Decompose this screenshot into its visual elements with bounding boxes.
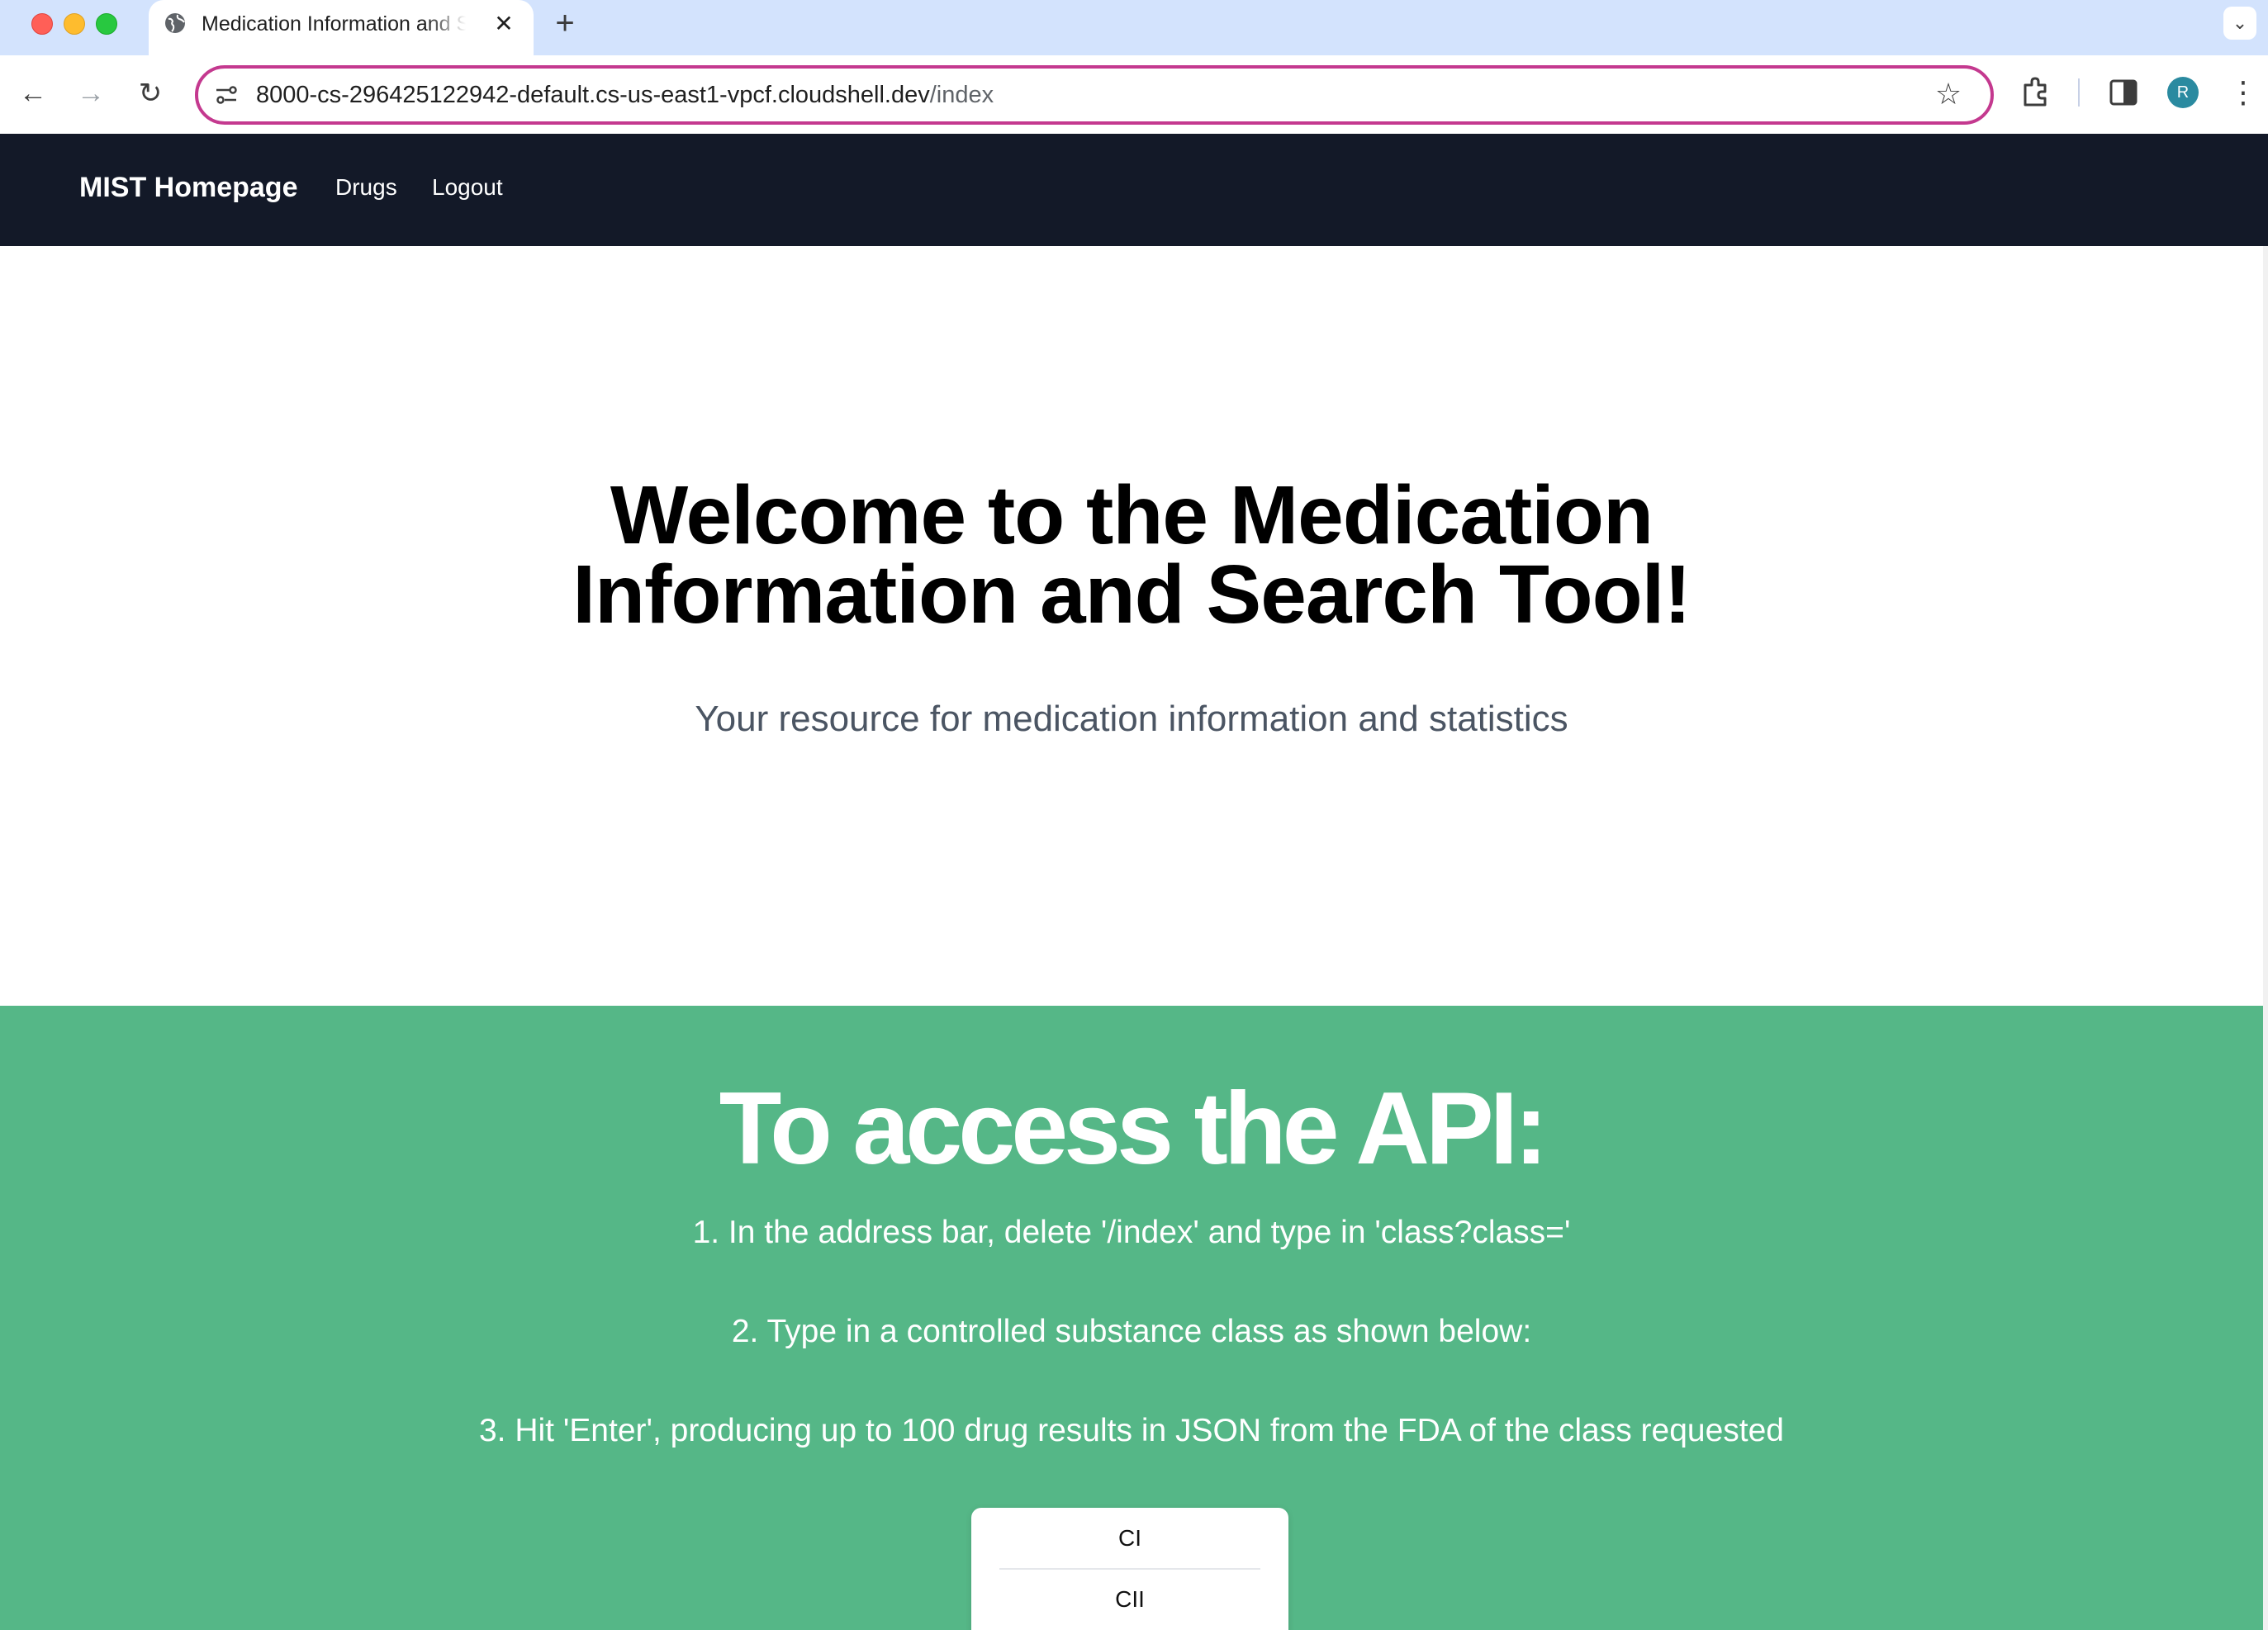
nav-link-logout[interactable]: Logout: [432, 174, 503, 201]
brand-link[interactable]: MIST Homepage: [79, 172, 297, 204]
url-path: /index: [929, 82, 994, 108]
hero-title-line-2: Information and Search Tool!: [572, 548, 1692, 641]
minimize-window-button[interactable]: [64, 13, 85, 35]
site-info-icon[interactable]: [213, 82, 240, 108]
tab-close-icon[interactable]: ✕: [491, 11, 517, 37]
browser-tab-active[interactable]: Medication Information and Search Tool ✕: [149, 0, 534, 55]
hero-title: Welcome to the Medication Information an…: [0, 474, 2263, 636]
class-item-ci: CI: [1118, 1525, 1141, 1551]
new-tab-icon[interactable]: +: [548, 7, 581, 40]
api-step-2: 2. Type in a controlled substance class …: [731, 1314, 1532, 1349]
reload-icon[interactable]: ↻: [132, 75, 168, 111]
nav-link-drugs[interactable]: Drugs: [335, 174, 397, 201]
bookmark-star-icon[interactable]: ☆: [1931, 77, 1966, 111]
maximize-window-button[interactable]: [96, 13, 117, 35]
site-navbar: MIST Homepage Drugs Logout: [0, 134, 2268, 246]
back-arrow-icon[interactable]: ←: [15, 75, 51, 111]
browser-toolbar: ← → ↻ 8000-cs-296425122942-default.cs-us…: [0, 55, 2268, 134]
page-scrollbar[interactable]: [2263, 246, 2268, 1630]
toolbar-divider: [2078, 78, 2080, 107]
browser-tabstrip: Medication Information and Search Tool ✕…: [0, 0, 2268, 55]
tab-search-icon[interactable]: ⌄: [2223, 7, 2256, 40]
profile-avatar[interactable]: R: [2167, 77, 2199, 108]
class-item-cii: CII: [1115, 1586, 1145, 1612]
api-step-3: 3. Hit 'Enter', producing up to 100 drug…: [478, 1413, 1784, 1448]
api-title: To access the API:: [719, 1072, 1549, 1186]
hero-subtitle: Your resource for medication information…: [695, 699, 1568, 739]
tab-title: Medication Information and Search Tool: [202, 12, 466, 36]
close-window-button[interactable]: [31, 13, 53, 35]
address-bar[interactable]: 8000-cs-296425122942-default.cs-us-east1…: [195, 65, 1994, 125]
url-host: 8000-cs-296425122942-default.cs-us-east1…: [256, 82, 930, 108]
browser-menu-icon[interactable]: ⋮: [2227, 73, 2260, 111]
api-step-1: 1. In the address bar, delete '/index' a…: [692, 1215, 1571, 1250]
url-text[interactable]: 8000-cs-296425122942-default.cs-us-east1…: [256, 78, 994, 111]
globe-icon: [165, 13, 185, 33]
side-panel-icon[interactable]: [2104, 73, 2142, 111]
class-list: CI CII: [971, 1508, 1288, 1630]
page-viewport: MIST Homepage Drugs Logout Welcome to th…: [0, 134, 2268, 1630]
forward-arrow-icon[interactable]: →: [73, 75, 109, 111]
extensions-icon[interactable]: [2017, 73, 2055, 111]
